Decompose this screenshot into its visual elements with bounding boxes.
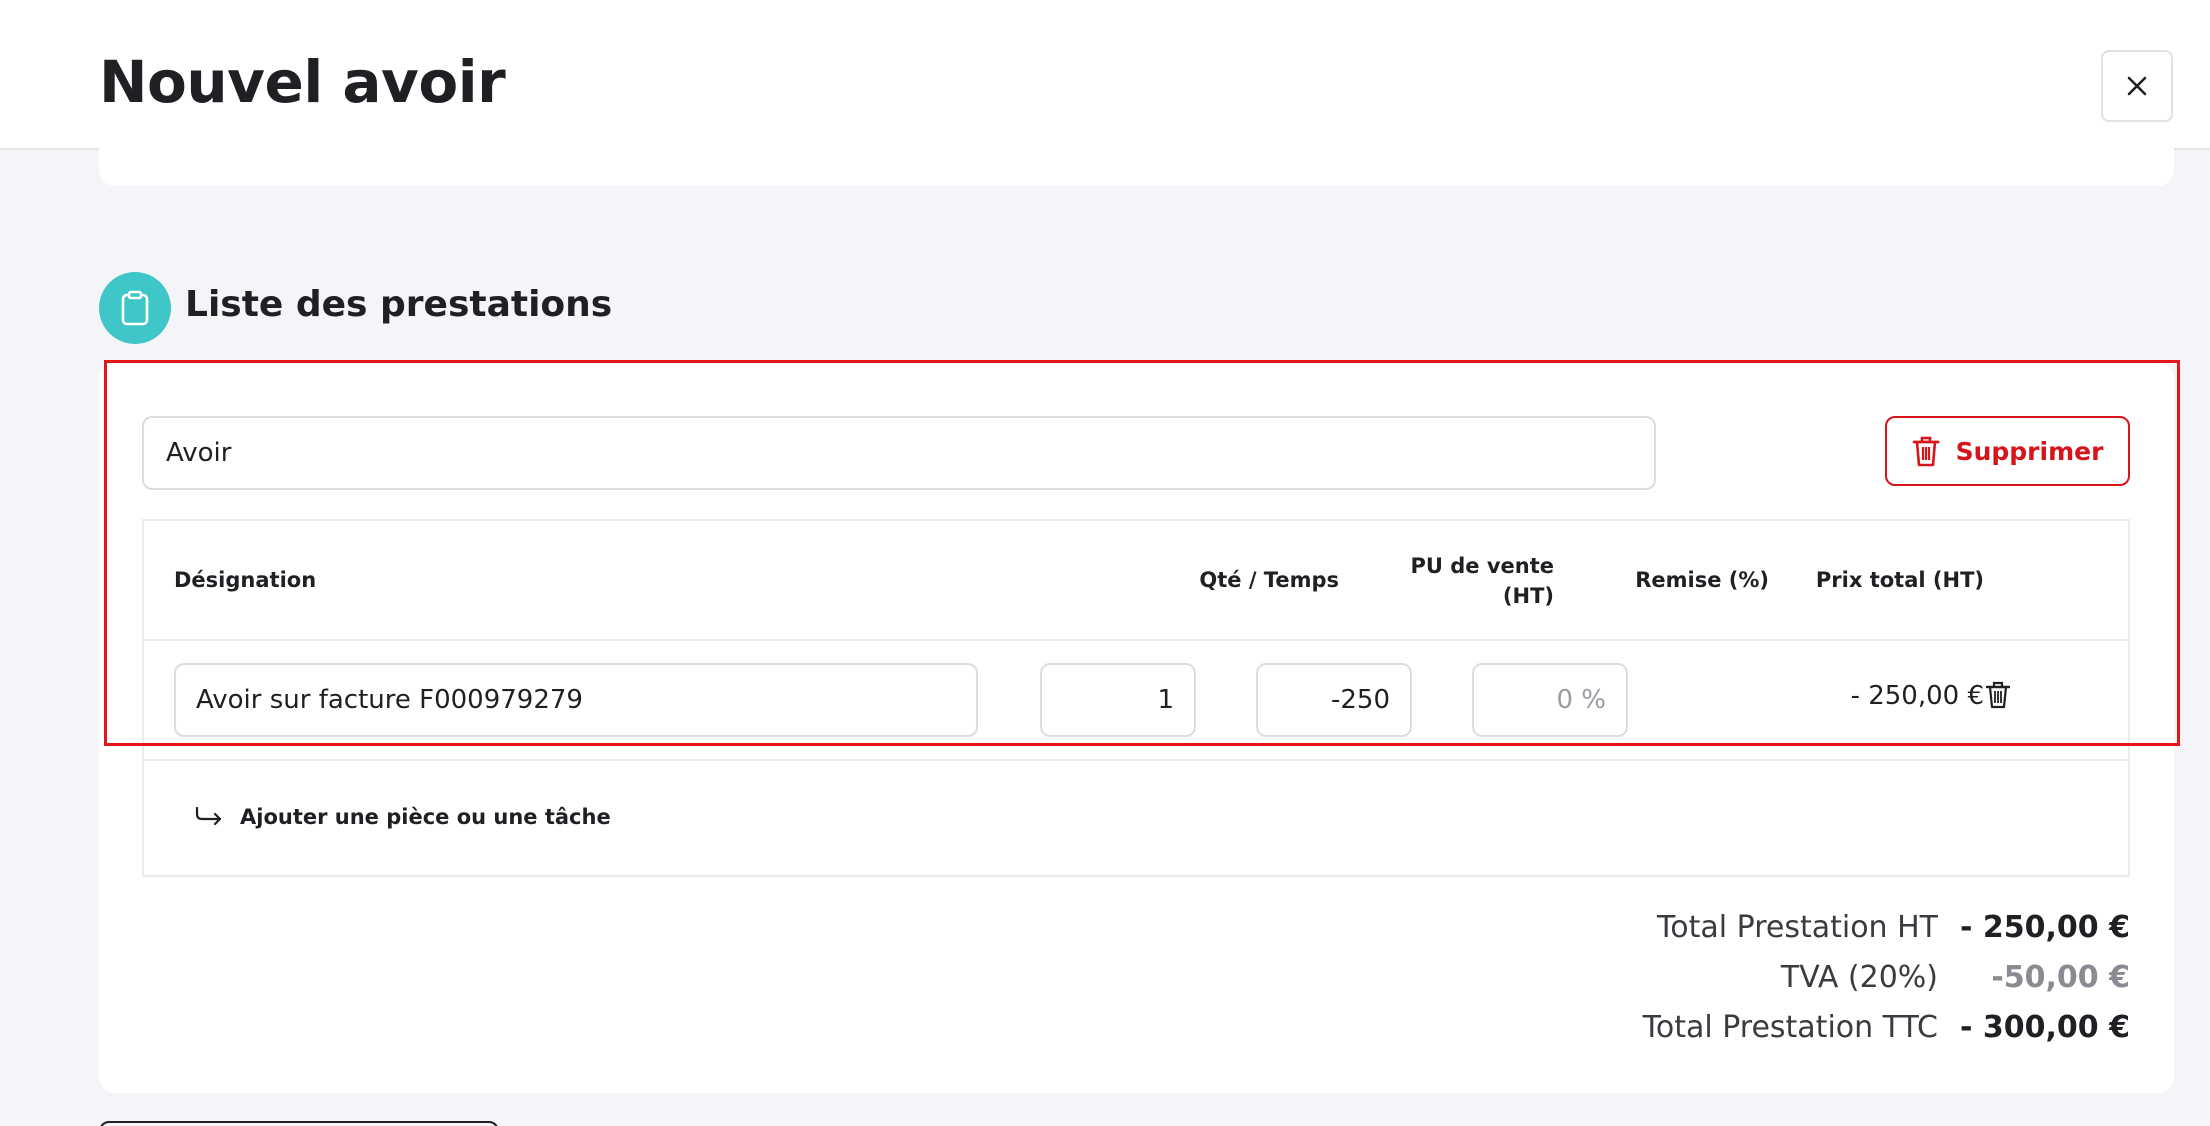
delete-row-button[interactable]	[1985, 681, 2018, 713]
total-ht-label: Total Prestation HT	[1657, 910, 1938, 945]
modal-header: Nouvel avoir	[0, 0, 2210, 150]
row-total: - 250,00 €	[1850, 681, 1984, 711]
previous-section-card	[99, 140, 2174, 186]
designation-input[interactable]: Avoir sur facture F000979279	[174, 663, 978, 737]
trash-icon	[1985, 681, 2011, 709]
unit-price-input[interactable]: -250	[1256, 663, 1412, 737]
page-title: Nouvel avoir	[99, 48, 506, 116]
section-icon-badge	[99, 272, 171, 344]
bottom-action-button[interactable]	[99, 1121, 499, 1126]
total-ttc-value: - 300,00 €	[1960, 1010, 2130, 1045]
table-header: Désignation Qté / Temps PU de vente (HT)…	[144, 521, 2128, 641]
delete-group-label: Supprimer	[1955, 436, 2104, 466]
discount-input[interactable]: 0 %	[1472, 663, 1628, 737]
header-designation: Désignation	[174, 568, 317, 592]
quantity-input[interactable]: 1	[1040, 663, 1196, 737]
close-icon	[2127, 76, 2147, 96]
group-name-input[interactable]: Avoir	[142, 416, 1656, 490]
tva-value: -50,00 €	[1991, 960, 2130, 995]
tva-label: TVA (20%)	[1780, 960, 1938, 995]
prestations-table: Désignation Qté / Temps PU de vente (HT)…	[142, 519, 2130, 877]
section-title: Liste des prestations	[185, 284, 613, 325]
header-total: Prix total (HT)	[1815, 568, 1984, 592]
trash-icon	[1912, 436, 1939, 467]
add-item-button[interactable]: Ajouter une pièce ou une tâche	[194, 805, 611, 829]
arrow-return-icon	[195, 806, 222, 826]
clipboard-icon	[121, 290, 149, 326]
delete-group-button[interactable]: Supprimer	[1885, 416, 2130, 486]
add-item-label: Ajouter une pièce ou une tâche	[240, 805, 611, 829]
total-ttc-label: Total Prestation TTC	[1642, 1010, 1938, 1045]
total-ht-value: - 250,00 €	[1960, 910, 2130, 945]
close-button[interactable]	[2101, 50, 2173, 122]
